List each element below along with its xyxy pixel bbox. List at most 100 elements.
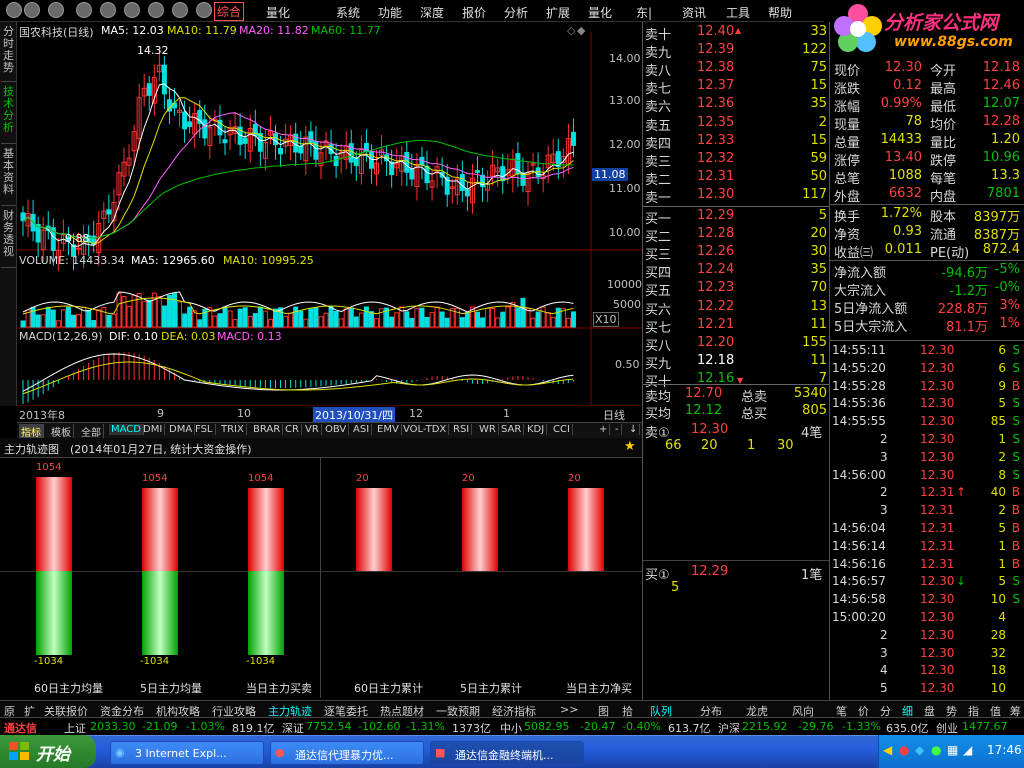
buy-level-3[interactable]: 买三 12.26 30 <box>645 244 829 263</box>
tab-cr[interactable]: CR <box>283 424 302 435</box>
tick-row[interactable]: 14:55:55 12.30 85 S <box>832 414 1022 432</box>
tab-basic-info[interactable]: 基本资料 <box>1 148 16 206</box>
tray-icon-4[interactable]: ● <box>931 743 941 757</box>
tick-row[interactable]: 14:55:28 12.30 9 B <box>832 379 1022 397</box>
buy-level-1[interactable]: 买一 12.29 5 <box>645 208 829 227</box>
period-button[interactable]: 日线 <box>603 407 625 423</box>
buy-level-9[interactable]: 买九 12.18 11 <box>645 353 829 372</box>
tick-row[interactable]: 14:56:00 12.30 8 S <box>832 468 1022 486</box>
menu-quote[interactable]: 报价 <box>462 4 486 21</box>
buy-level-2[interactable]: 买二 12.28 20 <box>645 226 829 245</box>
menu-depth[interactable]: 深度 <box>420 4 444 21</box>
start-button[interactable]: 开始 <box>0 735 96 768</box>
tick-row[interactable]: 15:00:20 12.30 4 <box>832 610 1022 628</box>
tick-row[interactable]: 5 12.30 10 <box>832 681 1022 699</box>
tab-lianghua[interactable]: 量化 <box>266 4 290 21</box>
sell-level-9[interactable]: 卖九 12.39 122 <box>645 42 829 61</box>
buy-level-6[interactable]: 买六 12.22 13 <box>645 299 829 318</box>
help-icon[interactable] <box>148 2 164 18</box>
buy-level-5[interactable]: 买五 12.23 70 <box>645 280 829 299</box>
zoom-out-button[interactable]: - <box>613 424 622 435</box>
buy-level-7[interactable]: 买七 12.21 11 <box>645 317 829 336</box>
tick-row[interactable]: 14:55:36 12.30 5 S <box>832 396 1022 414</box>
network-icon[interactable]: ▦ <box>947 743 958 757</box>
tab-emv[interactable]: EMV <box>375 424 402 435</box>
tab-dmi[interactable]: DMI <box>141 424 166 435</box>
tick-row[interactable]: 2 12.31 ↑ 40 B <box>832 485 1022 503</box>
menu-function[interactable]: 功能 <box>378 4 402 21</box>
tab-zonghe[interactable]: 综合 <box>214 2 245 21</box>
sell-level-4[interactable]: 卖四 12.33 15 <box>645 133 829 152</box>
menu-east[interactable]: 东| <box>636 4 652 21</box>
tab-dma[interactable]: DMA <box>167 424 196 435</box>
tab-indicator[interactable]: 指标 <box>19 424 44 439</box>
chart-settings-icon[interactable]: ◇ <box>567 24 575 37</box>
tools-icon[interactable] <box>196 2 212 18</box>
tab-fsl[interactable]: FSL <box>193 424 216 435</box>
tray-icon-1[interactable]: ◀ <box>883 743 892 757</box>
menu-extend[interactable]: 扩展 <box>546 4 570 21</box>
taskbar-item-proxy[interactable]: ● 通达信代理暴力优... <box>270 741 424 765</box>
tick-row[interactable]: 3 12.30 32 <box>832 646 1022 664</box>
taskbar-item-terminal[interactable]: ■ 通达信金融终端机... <box>430 741 584 765</box>
home-icon[interactable] <box>100 2 116 18</box>
tab-rsi[interactable]: RSI <box>451 424 473 435</box>
tab-all[interactable]: 全部 <box>79 424 104 439</box>
sell-level-8[interactable]: 卖八 12.38 75 <box>645 60 829 79</box>
tab-brar[interactable]: BRAR <box>251 424 284 435</box>
app-icon[interactable] <box>6 2 22 18</box>
tick-row[interactable]: 14:55:20 12.30 6 S <box>832 361 1022 379</box>
back-icon[interactable] <box>24 2 40 18</box>
taskbar-item-ie[interactable]: ◉ 3 Internet Expl... <box>110 741 264 765</box>
menu-system[interactable]: 系统 <box>336 4 360 21</box>
tick-row[interactable]: 14:56:04 12.31 5 B <box>832 521 1022 539</box>
menu-news[interactable]: 资讯 <box>682 4 706 21</box>
tab-wr[interactable]: WR <box>477 424 499 435</box>
tab-more[interactable]: >> <box>560 703 578 716</box>
zoom-in-button[interactable]: + <box>597 424 611 435</box>
forward-icon[interactable] <box>48 2 64 18</box>
tab-trix[interactable]: TRIX <box>219 424 247 435</box>
refresh-icon[interactable] <box>76 2 92 18</box>
chart-marker-icon[interactable]: ◆ <box>577 24 585 37</box>
tick-list[interactable]: 14:55:11 12.30 6 S 14:55:20 12.30 6 S 14:55:28 12… <box>830 340 1024 700</box>
tray-icon-2[interactable]: ● <box>899 743 909 757</box>
menu-quant[interactable]: 量化 <box>588 4 612 21</box>
sell-level-7[interactable]: 卖七 12.37 15 <box>645 78 829 97</box>
sell-level-5[interactable]: 卖五 12.35 2 <box>645 115 829 134</box>
tab-technical[interactable]: 技术分析 <box>1 86 16 144</box>
buy-level-8[interactable]: 买八 12.20 155 <box>645 335 829 354</box>
tick-row[interactable]: 3 12.30 2 S <box>832 450 1022 468</box>
sell-level-3[interactable]: 卖三 12.32 59 <box>645 151 829 170</box>
tab-kdj[interactable]: KDJ <box>525 424 548 435</box>
tab-finance[interactable]: 财务透视 <box>1 210 16 268</box>
tick-row[interactable]: 2 12.30 28 <box>832 628 1022 646</box>
tick-row[interactable]: 14:56:14 12.31 1 B <box>832 539 1022 557</box>
kline-chart-area[interactable]: 国农科技(日线) MA5: 12.03 MA10: 11.79 MA20: 11… <box>17 22 642 406</box>
menu-help[interactable]: 帮助 <box>768 4 792 21</box>
tab-timeshare[interactable]: 分时走势 <box>1 26 16 82</box>
favorite-star-icon[interactable]: ★ <box>624 439 636 454</box>
tray-icon-3[interactable]: ◆ <box>915 743 924 757</box>
tab-template[interactable]: 模板 <box>49 424 74 439</box>
tick-row[interactable]: 14:56:57 12.30 ↓ 5 S <box>832 574 1022 592</box>
sell-level-6[interactable]: 卖六 12.36 35 <box>645 96 829 115</box>
tick-row[interactable]: 4 12.30 18 <box>832 663 1022 681</box>
sell-level-1[interactable]: 卖一 12.30 117 <box>645 187 829 206</box>
tick-row[interactable]: 14:56:16 12.31 1 B <box>832 557 1022 575</box>
tick-row[interactable]: 14:56:58 12.30 10 S <box>832 592 1022 610</box>
buy-level-4[interactable]: 买四 12.24 35 <box>645 262 829 281</box>
tab-cci[interactable]: CCI <box>551 424 573 435</box>
tab-asi[interactable]: ASI <box>351 424 373 435</box>
tab-vol-tdx[interactable]: VOL-TDX <box>401 424 450 435</box>
sell-level-2[interactable]: 卖二 12.31 50 <box>645 169 829 188</box>
tab-macd[interactable]: MACD <box>109 424 144 435</box>
search-icon[interactable] <box>124 2 140 18</box>
tab-vr[interactable]: VR <box>303 424 322 435</box>
tick-row[interactable]: 2 12.30 1 S <box>832 432 1022 450</box>
tick-row[interactable]: 14:55:11 12.30 6 S <box>832 343 1022 361</box>
menu-analysis[interactable]: 分析 <box>504 4 528 21</box>
kline-svg[interactable] <box>17 22 642 406</box>
print-icon[interactable] <box>172 2 188 18</box>
menu-tools[interactable]: 工具 <box>726 4 750 21</box>
